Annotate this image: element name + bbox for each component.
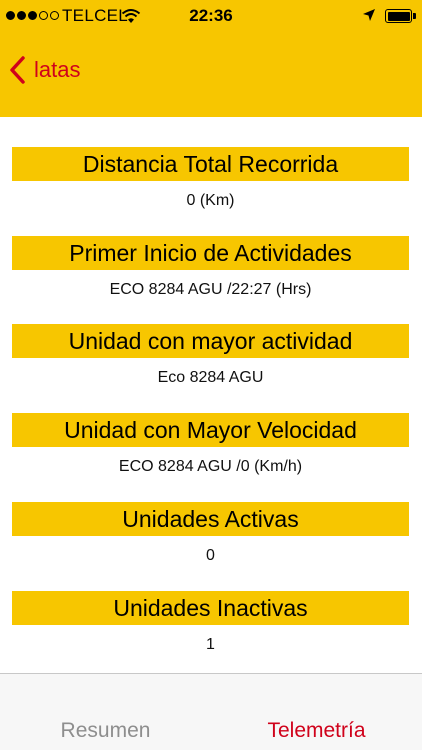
section-value: ECO 8284 AGU /22:27 (Hrs) bbox=[109, 281, 312, 298]
battery-level bbox=[387, 11, 410, 21]
section-mayor-actividad: Unidad con mayor actividad Eco 8284 AGU bbox=[12, 324, 409, 398]
section-unidades-activas: Unidades Activas 0 bbox=[12, 502, 409, 576]
section-title: Unidad con Mayor Velocidad bbox=[12, 413, 409, 447]
section-unidades-inactivas: Unidades Inactivas 1 bbox=[12, 591, 409, 665]
section-title: Unidades Inactivas bbox=[12, 591, 409, 625]
tab-resumen[interactable]: Resumen bbox=[0, 674, 211, 750]
tab-telemetria[interactable]: Telemetría bbox=[211, 674, 422, 750]
summary-content[interactable]: Distancia Total Recorrida 0 (Km) Primer … bbox=[0, 117, 422, 673]
section-value: 0 bbox=[206, 547, 215, 564]
section-title: Unidad con mayor actividad bbox=[12, 324, 409, 358]
battery-cap bbox=[413, 13, 416, 19]
chevron-left-icon bbox=[10, 56, 25, 84]
section-value: Eco 8284 AGU bbox=[157, 369, 264, 386]
section-value: 0 (Km) bbox=[186, 192, 235, 209]
tab-bar: Resumen Telemetría bbox=[0, 673, 422, 750]
back-button[interactable]: latas bbox=[8, 50, 80, 90]
section-title: Distancia Total Recorrida bbox=[12, 147, 409, 181]
location-arrow-icon bbox=[363, 9, 375, 21]
navigation-bar: latas bbox=[0, 40, 422, 100]
status-bar: TELCEL 22:36 bbox=[0, 0, 422, 34]
section-value: ECO 8284 AGU /0 (Km/h) bbox=[118, 458, 303, 475]
section-title: Primer Inicio de Actividades bbox=[12, 236, 409, 270]
section-mayor-velocidad: Unidad con Mayor Velocidad ECO 8284 AGU … bbox=[12, 413, 409, 487]
back-label: latas bbox=[34, 57, 81, 82]
section-primer-inicio: Primer Inicio de Actividades ECO 8284 AG… bbox=[12, 236, 409, 310]
section-title: Unidades Activas bbox=[12, 502, 409, 536]
section-distancia-total: Distancia Total Recorrida 0 (Km) bbox=[12, 147, 409, 221]
clock: 22:36 bbox=[189, 6, 233, 25]
section-value: 1 bbox=[206, 636, 215, 653]
battery-icon bbox=[385, 9, 412, 23]
header: TELCEL 22:36 latas bbox=[0, 0, 422, 117]
